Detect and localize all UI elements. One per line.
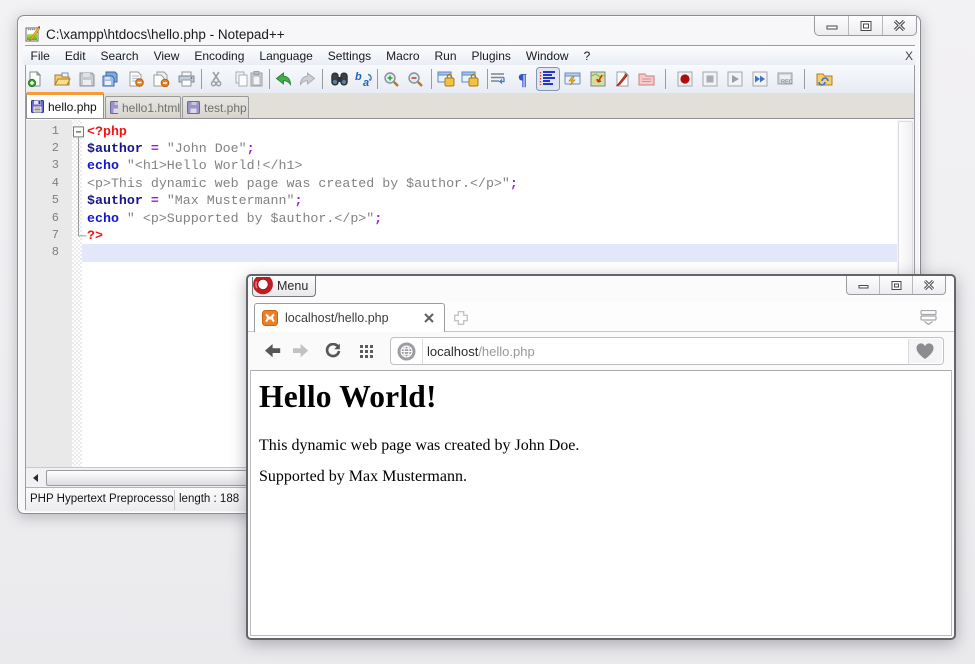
svg-text:REC: REC (781, 80, 793, 86)
svg-text:a: a (363, 77, 369, 87)
svg-text:¶: ¶ (518, 71, 527, 88)
svg-text:b: b (355, 71, 362, 83)
